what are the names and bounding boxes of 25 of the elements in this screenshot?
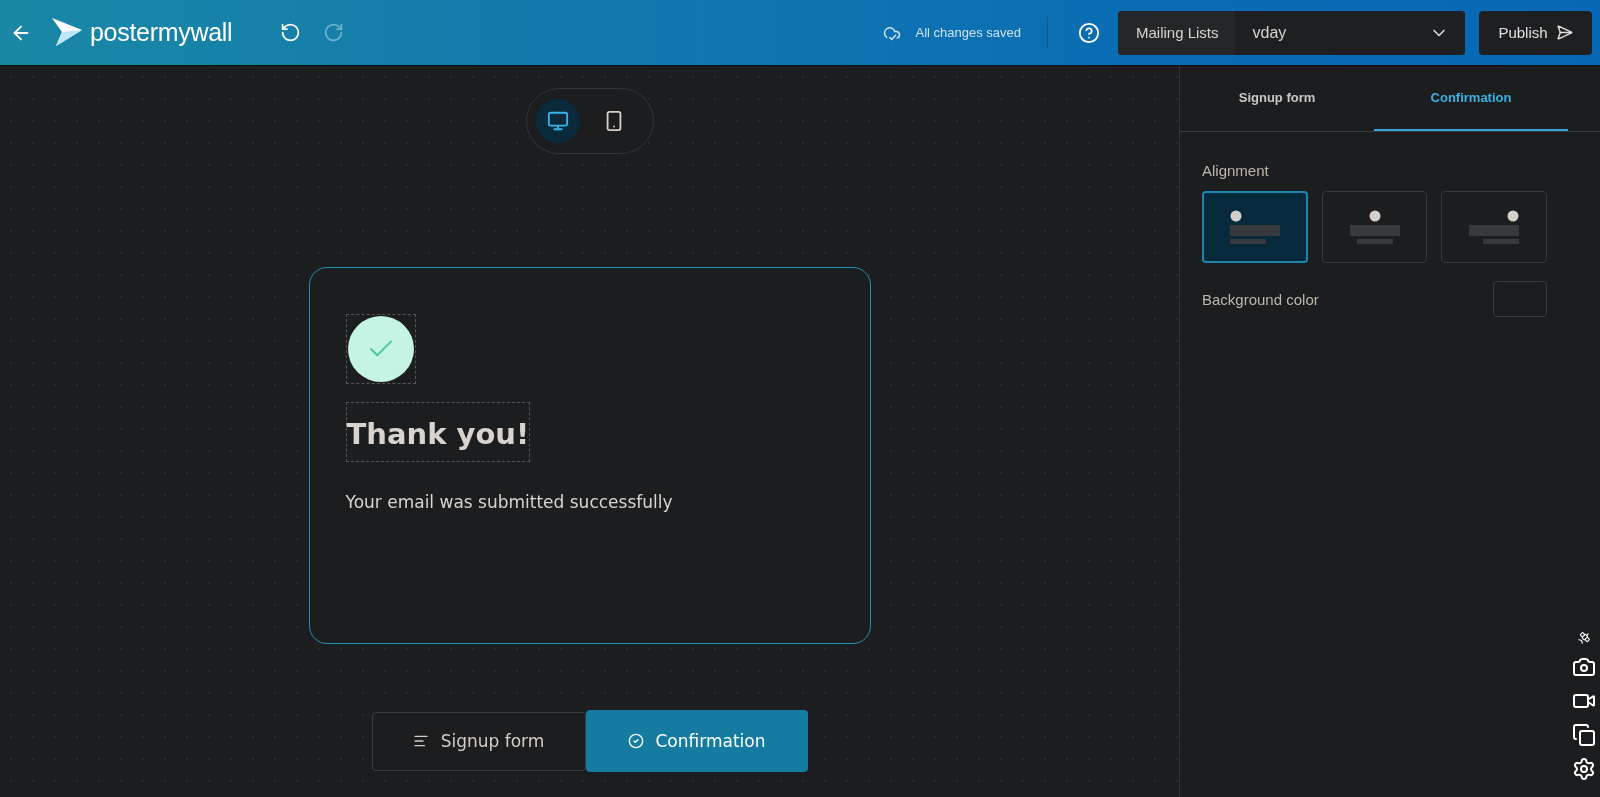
alignment-option[interactable] [1202,191,1308,263]
satellite-icon[interactable] [1577,631,1591,645]
view-tab[interactable]: Confirmation [585,710,808,772]
lines-icon [412,733,429,749]
check-circle-icon [347,316,414,382]
panel-tab[interactable]: Signup form [1180,66,1374,131]
card-message: Your email was submitted successfully [345,492,673,512]
alignment-label: Alignment [1202,162,1270,179]
settings-icon[interactable] [1572,757,1596,781]
desktop-view-button[interactable] [535,99,580,143]
background-color-label: Background color [1202,290,1319,308]
save-status: All changes saved [915,25,1021,40]
panel-tab[interactable]: Confirmation [1374,66,1568,131]
send-icon [1555,24,1573,41]
card-title: Thank you! [345,402,531,462]
publish-button[interactable]: Publish [1479,10,1592,55]
check-circle-icon [627,733,644,749]
logo-text: postermywall [90,18,233,47]
logo-icon [50,17,84,48]
desktop-icon [546,110,569,132]
color-swatch[interactable] [1493,281,1547,317]
view-tab[interactable]: Signup form [371,711,586,771]
copy-icon[interactable] [1572,723,1596,747]
camera-icon[interactable] [1572,655,1596,679]
mailing-lists-label: Mailing Lists [1118,10,1235,55]
